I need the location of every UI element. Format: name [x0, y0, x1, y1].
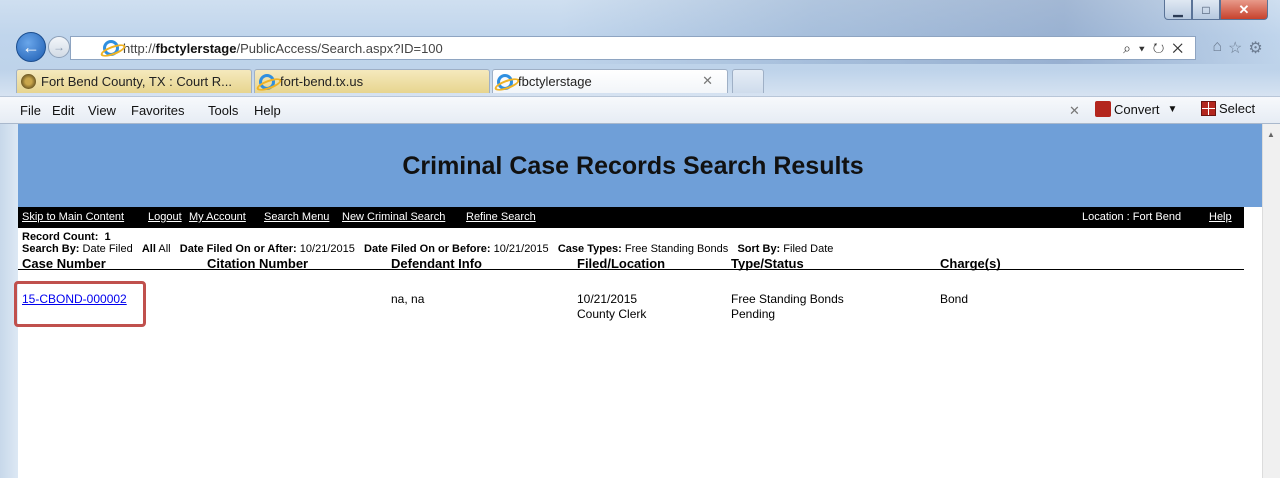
close-icon: ✕ [1238, 1, 1250, 17]
back-arrow-icon: ← [22, 36, 40, 57]
tab-label: fort-bend.tx.us [280, 74, 364, 89]
record-count-label: Record Count: [22, 231, 99, 243]
scroll-up-arrow-icon[interactable]: ▲ [1267, 130, 1275, 139]
minimize-icon: ▁ [1173, 2, 1183, 17]
vertical-scrollbar[interactable]: ▲ [1262, 124, 1280, 478]
site-navbar: Skip to Main Content Logout My Account S… [18, 207, 1244, 228]
address-tools[interactable]: ⌕ ▾ ↻ ✕ [1123, 40, 1185, 57]
county-seal-icon [21, 74, 36, 89]
case-types-value: Free Standing Bonds [624, 243, 729, 255]
address-url[interactable]: http://fbctylerstage/PublicAccess/Search… [123, 41, 443, 56]
toolbar-close-icon[interactable]: ✕ [1069, 103, 1080, 119]
location-label: Location : Fort Bend [1082, 211, 1182, 223]
case-status-cell: Pending [731, 307, 776, 321]
forward-arrow-icon: → [53, 40, 65, 54]
search-criteria: Search By: Date Filed All All Date Filed… [22, 243, 833, 255]
search-by-value: Date Filed [82, 243, 133, 255]
url-scheme: http:// [123, 40, 156, 56]
search-by-label: Search By: [22, 243, 80, 255]
select-table-icon [1201, 101, 1216, 116]
home-icon[interactable]: ⌂ [1212, 38, 1222, 58]
forward-button[interactable]: → [48, 36, 70, 58]
ie-page-icon [497, 73, 513, 90]
page-content: Criminal Case Records Search Results Ski… [18, 124, 1262, 478]
defendant-cell: na, na [391, 292, 425, 306]
menu-view[interactable]: View [88, 103, 116, 118]
sort-by-label: Sort By: [737, 243, 781, 255]
select-button[interactable]: Select [1201, 101, 1255, 116]
filed-after-value: 10/21/2015 [299, 243, 355, 255]
nav-new-criminal-search[interactable]: New Criminal Search [342, 211, 445, 223]
url-path: /PublicAccess/Search.aspx?ID=100 [236, 40, 443, 56]
browser-right-icons: ⌂ ☆ ⚙ [1200, 38, 1275, 58]
maximize-button[interactable]: □ [1192, 0, 1220, 20]
tab-fbctylerstage[interactable]: fbctylerstage ✕ [492, 69, 728, 93]
pdf-convert-icon [1095, 101, 1111, 117]
chevron-down-icon[interactable]: ▼ [1168, 104, 1178, 115]
filed-after-label: Date Filed On or After: [179, 243, 297, 255]
new-tab-button[interactable] [732, 69, 764, 93]
page-title: Criminal Case Records Search Results [402, 152, 864, 180]
menu-bar: File Edit View Favorites Tools Help ✕ Co… [0, 96, 1280, 124]
nav-my-account[interactable]: My Account [189, 211, 246, 223]
case-type-cell: Free Standing Bonds [731, 292, 844, 306]
case-number-link[interactable]: 15-CBOND-000002 [22, 292, 127, 306]
header-divider [18, 269, 1244, 270]
favorites-star-icon[interactable]: ☆ [1228, 38, 1242, 58]
select-label: Select [1219, 101, 1256, 116]
filed-before-value: 10/21/2015 [493, 243, 549, 255]
convert-button[interactable]: Convert ▼ [1095, 101, 1177, 117]
ie-page-icon [259, 73, 275, 90]
back-button[interactable]: ← [16, 32, 46, 62]
menu-edit[interactable]: Edit [52, 103, 74, 118]
window-left-frame [0, 124, 18, 478]
record-count-value: 1 [104, 231, 111, 243]
charge-cell: Bond [940, 292, 969, 306]
record-count: Record Count: 1 [22, 231, 111, 243]
nav-help[interactable]: Help [1209, 211, 1232, 223]
all-value: All [158, 243, 171, 255]
tab-label: fbctylerstage [518, 74, 592, 89]
url-host: fbctylerstage [155, 40, 237, 56]
tab-strip: Fort Bend County, TX : Court R... fort-b… [0, 69, 1280, 93]
tab-label: Fort Bend County, TX : Court R... [41, 74, 232, 89]
menu-tools[interactable]: Tools [208, 103, 238, 118]
tab-close-icon[interactable]: ✕ [702, 73, 713, 89]
menu-help[interactable]: Help [254, 103, 281, 118]
menu-favorites[interactable]: Favorites [131, 103, 184, 118]
filed-date-cell: 10/21/2015 [577, 292, 638, 306]
convert-label: Convert [1114, 101, 1160, 117]
tab-fort-bend-tx-us[interactable]: fort-bend.tx.us [254, 69, 490, 93]
sort-by-value: Filed Date [783, 243, 834, 255]
settings-gear-icon[interactable]: ⚙ [1248, 38, 1262, 58]
address-bar[interactable]: http://fbctylerstage/PublicAccess/Search… [70, 36, 1196, 60]
ie-page-icon [103, 40, 119, 56]
all-label: All [141, 243, 156, 255]
maximize-icon: □ [1202, 2, 1210, 17]
filed-location-cell: County Clerk [577, 307, 647, 321]
nav-logout[interactable]: Logout [148, 211, 182, 223]
nav-skip-to-main[interactable]: Skip to Main Content [22, 211, 124, 223]
case-types-label: Case Types: [557, 243, 622, 255]
filed-before-label: Date Filed On or Before: [364, 243, 491, 255]
tab-fort-bend-county[interactable]: Fort Bend County, TX : Court R... [16, 69, 252, 93]
page-banner: Criminal Case Records Search Results [18, 124, 1262, 207]
nav-refine-search[interactable]: Refine Search [466, 211, 536, 223]
close-window-button[interactable]: ✕ [1220, 0, 1268, 20]
browser-chrome: ▁ □ ✕ ← → http://fbctylerstage/PublicAcc… [0, 0, 1280, 124]
nav-search-menu[interactable]: Search Menu [264, 211, 329, 223]
menu-file[interactable]: File [20, 103, 41, 118]
minimize-button[interactable]: ▁ [1164, 0, 1192, 20]
